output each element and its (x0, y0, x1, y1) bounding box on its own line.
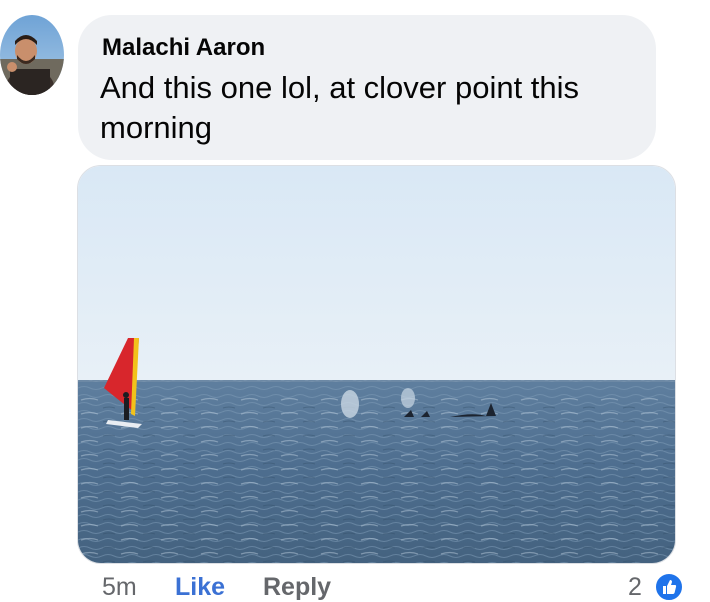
photo-image (78, 166, 675, 563)
reply-button[interactable]: Reply (263, 572, 331, 602)
comment-author[interactable]: Malachi Aaron (102, 34, 265, 62)
comment-actions: 5m Like Reply 2 (0, 572, 710, 602)
comment-bubble: Malachi Aaron And this one lol, at clove… (78, 15, 656, 160)
comment-timestamp[interactable]: 5m (102, 572, 137, 602)
thumbs-up-icon (654, 572, 684, 602)
avatar[interactable] (0, 15, 64, 95)
like-button[interactable]: Like (175, 572, 225, 602)
comment-text: And this one lol, at clover point this m… (100, 70, 580, 145)
reaction-count: 2 (628, 573, 642, 601)
user-avatar-photo (0, 15, 64, 95)
attached-photo[interactable] (77, 165, 676, 564)
